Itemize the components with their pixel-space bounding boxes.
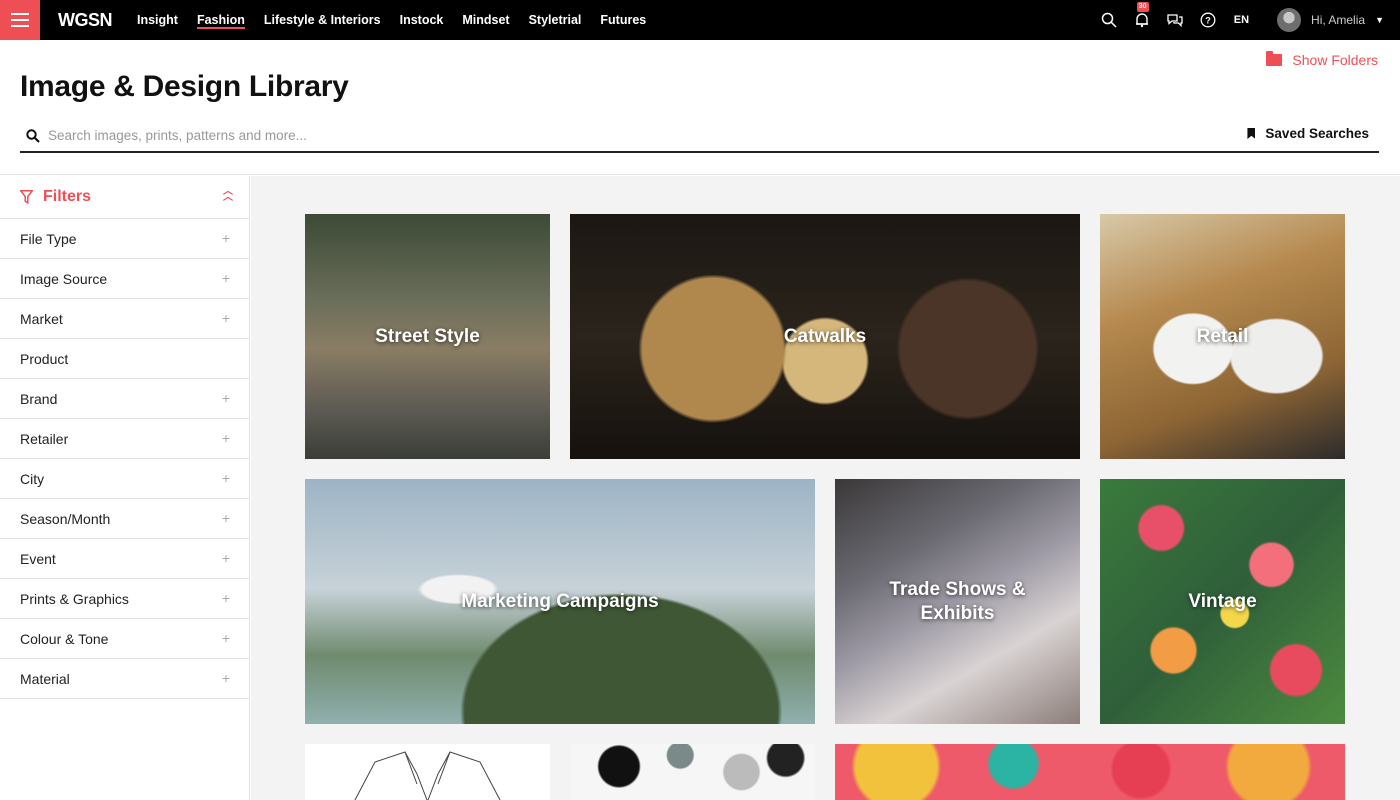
filter-label: City <box>20 470 45 487</box>
tile-label: Marketing Campaigns <box>461 590 659 612</box>
filter-label: Event <box>20 550 56 567</box>
plus-icon: + <box>221 550 230 566</box>
notification-bell-icon[interactable]: 30 <box>1132 2 1152 30</box>
filter-market[interactable]: Market + <box>0 299 249 339</box>
filter-event[interactable]: Event + <box>0 539 249 579</box>
search-bar: Saved Searches <box>20 120 1379 153</box>
tile-marketing-campaigns[interactable]: Marketing Campaigns <box>305 479 815 724</box>
nav-link-insight[interactable]: Insight <box>137 0 178 40</box>
filter-colour-tone[interactable]: Colour & Tone + <box>0 619 249 659</box>
page-header: Show Folders Image & Design Library Save… <box>0 40 1400 175</box>
bookmark-icon <box>1247 128 1256 139</box>
image-grid: Street Style Catwalks Retail Marketing C… <box>251 176 1400 800</box>
search-icon[interactable] <box>1099 10 1119 30</box>
show-folders-label: Show Folders <box>1292 52 1378 68</box>
plus-icon: + <box>221 270 230 286</box>
filter-label: Colour & Tone <box>20 630 109 647</box>
nav-link-instock[interactable]: Instock <box>400 0 444 40</box>
svg-text:?: ? <box>1205 16 1211 26</box>
plus-icon: + <box>221 670 230 686</box>
tile-vintage[interactable]: Vintage <box>1100 479 1345 724</box>
plus-icon: + <box>221 630 230 646</box>
tile-fruit-print-partial[interactable] <box>835 744 1345 800</box>
filter-image-source[interactable]: Image Source + <box>0 259 249 299</box>
chat-icon[interactable] <box>1165 10 1185 30</box>
filter-prints-graphics[interactable]: Prints & Graphics + <box>0 579 249 619</box>
top-nav: WGSN Insight Fashion Lifestyle & Interio… <box>0 0 1400 40</box>
filter-season-month[interactable]: Season/Month + <box>0 499 249 539</box>
filter-label: Market <box>20 310 63 327</box>
filter-file-type[interactable]: File Type + <box>0 219 249 259</box>
search-input[interactable] <box>48 128 948 143</box>
saved-searches-button[interactable]: Saved Searches <box>1247 126 1369 141</box>
filter-material[interactable]: Material + <box>0 659 249 699</box>
filter-label: Product <box>20 350 69 367</box>
filter-label: Retailer <box>20 430 69 447</box>
language-selector[interactable]: EN <box>1234 14 1249 26</box>
avatar <box>1277 8 1302 32</box>
filter-retailer[interactable]: Retailer + <box>0 419 249 459</box>
search-icon <box>26 128 40 143</box>
filter-label: File Type <box>20 230 77 247</box>
nav-link-styletrial[interactable]: Styletrial <box>529 0 582 40</box>
chevron-down-icon: ▼ <box>1375 15 1384 25</box>
tile-label: Vintage <box>1188 590 1257 612</box>
nav-link-mindset[interactable]: Mindset <box>462 0 509 40</box>
tile-street-style[interactable]: Street Style <box>305 214 550 459</box>
collapse-icon[interactable]: ︿ ︿ <box>223 187 233 203</box>
tile-catwalks[interactable]: Catwalks <box>570 214 1080 459</box>
tile-label: Trade Shows & Exhibits <box>889 578 1026 624</box>
tile-label: Street Style <box>375 325 480 347</box>
tile-retail[interactable]: Retail <box>1100 214 1345 459</box>
funnel-icon <box>20 190 33 204</box>
filter-product[interactable]: Product <box>0 339 249 379</box>
notification-count-badge: 30 <box>1136 2 1149 12</box>
nav-utilities: 30 ? EN Hi, Amelia ▼ <box>1086 0 1400 40</box>
page-title: Image & Design Library <box>20 70 349 103</box>
tile-label: Retail <box>1196 325 1249 347</box>
plus-icon: + <box>221 430 230 446</box>
plus-icon: + <box>221 470 230 486</box>
user-menu[interactable]: Hi, Amelia ▼ <box>1277 8 1384 32</box>
plus-icon: + <box>221 510 230 526</box>
nav-link-lifestyle-interiors[interactable]: Lifestyle & Interiors <box>264 0 381 40</box>
nav-links: Insight Fashion Lifestyle & Interiors In… <box>137 0 665 40</box>
plus-icon: + <box>221 390 230 406</box>
filter-label: Season/Month <box>20 510 111 527</box>
plus-icon: + <box>221 590 230 606</box>
plus-icon: + <box>221 310 230 326</box>
plus-icon: + <box>221 230 230 246</box>
filters-title: Filters <box>43 188 92 205</box>
show-folders-button[interactable]: Show Folders <box>1266 51 1378 68</box>
filter-brand[interactable]: Brand + <box>0 379 249 419</box>
filter-city[interactable]: City + <box>0 459 249 499</box>
saved-searches-label: Saved Searches <box>1265 126 1369 141</box>
filters-header[interactable]: Filters ︿ ︿ <box>0 176 249 219</box>
tile-label: Catwalks <box>783 325 867 347</box>
filters-sidebar: Filters ︿ ︿ File Type + Image Source + Mark… <box>0 176 250 800</box>
filter-label: Prints & Graphics <box>20 590 129 607</box>
tile-sketch-partial[interactable] <box>305 744 550 800</box>
tile-trade-shows-exhibits[interactable]: Trade Shows & Exhibits <box>835 479 1080 724</box>
user-greeting: Hi, Amelia <box>1311 13 1366 27</box>
filter-label: Material <box>20 670 70 687</box>
nav-link-futures[interactable]: Futures <box>600 0 646 40</box>
filter-label: Image Source <box>20 270 108 287</box>
help-icon[interactable]: ? <box>1198 10 1218 30</box>
menu-icon[interactable] <box>0 0 40 40</box>
wgsn-logo[interactable]: WGSN <box>58 10 118 31</box>
garment-sketch-image <box>354 751 501 800</box>
filter-label: Brand <box>20 390 58 407</box>
nav-link-fashion[interactable]: Fashion <box>196 0 245 40</box>
folder-icon <box>1266 51 1283 66</box>
tile-pattern-partial[interactable] <box>570 744 815 800</box>
